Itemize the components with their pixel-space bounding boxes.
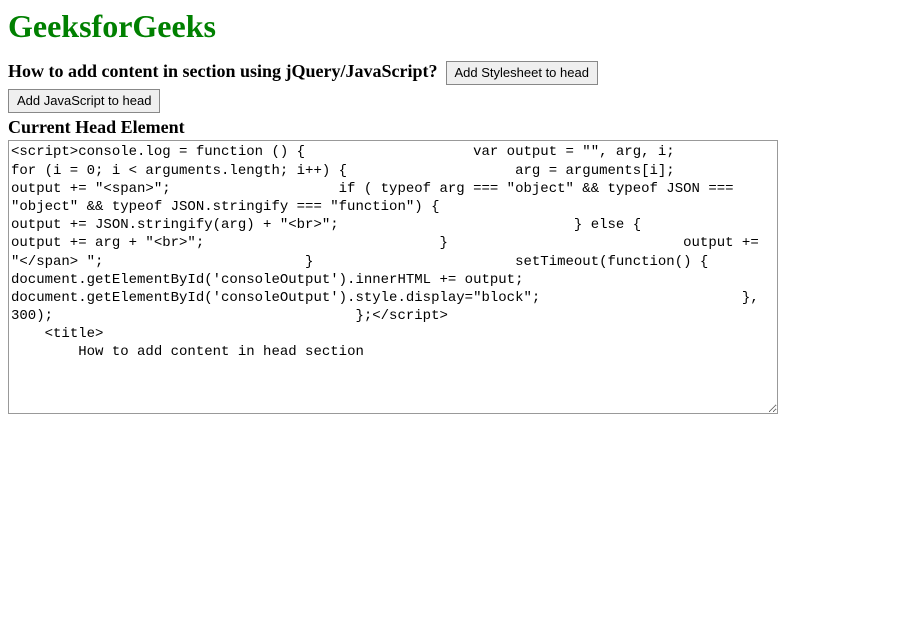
page-title: GeeksforGeeks bbox=[8, 8, 892, 45]
head-content-textarea[interactable] bbox=[8, 140, 778, 414]
question-row: How to add content in section using jQue… bbox=[8, 61, 892, 85]
question-text: How to add content in section using jQue… bbox=[8, 61, 438, 81]
add-javascript-button[interactable]: Add JavaScript to head bbox=[8, 89, 160, 113]
second-button-row: Add JavaScript to head bbox=[8, 89, 892, 113]
current-head-heading: Current Head Element bbox=[8, 117, 892, 138]
add-stylesheet-button[interactable]: Add Stylesheet to head bbox=[446, 61, 598, 85]
